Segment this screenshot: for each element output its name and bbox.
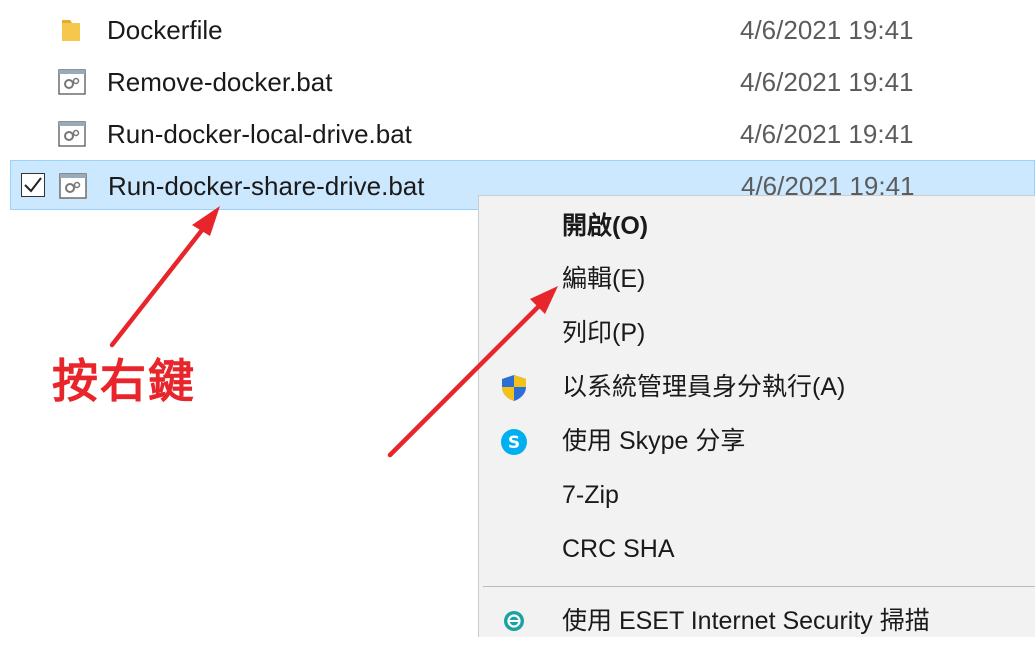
arrow-to-edit-icon (387, 286, 558, 458)
arrow-to-file-icon (109, 206, 220, 348)
annotation-arrows (109, 206, 558, 458)
annotation-label: 按右鍵 (52, 354, 196, 408)
